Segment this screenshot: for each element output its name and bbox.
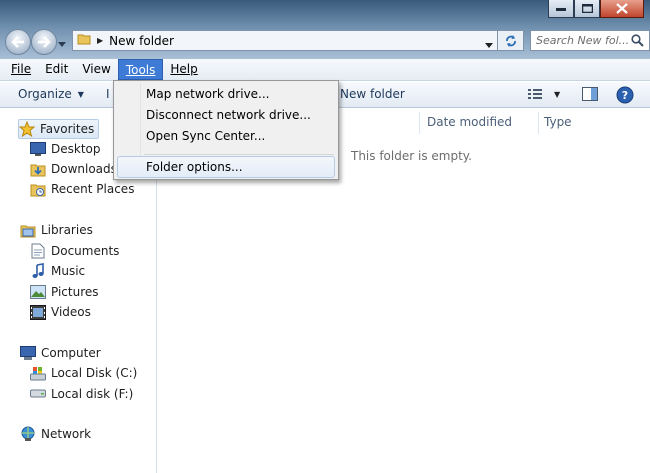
chevron-down-icon (58, 42, 66, 47)
star-icon (19, 121, 35, 137)
menu-tools[interactable]: Tools (117, 59, 164, 80)
menu-tools-label: Tools (125, 63, 156, 77)
menu-edit[interactable]: Edit (38, 59, 75, 80)
close-icon (616, 3, 628, 14)
address-bar[interactable]: ▶ New folder (72, 30, 498, 51)
sidebar-item-label: Local Disk (C:) (51, 366, 138, 380)
tools-dropdown-menu: Map network drive... Disconnect network … (113, 80, 339, 180)
sidebar-item-label: Network (41, 427, 92, 441)
empty-folder-message: This folder is empty. (351, 149, 472, 163)
sidebar-item-label: Favorites (40, 122, 95, 136)
window-controls (548, 0, 644, 18)
address-dropdown[interactable] (485, 37, 493, 51)
sidebar-item-label: Documents (51, 244, 120, 258)
sidebar-item-videos[interactable]: Videos (30, 304, 91, 320)
system-drive-icon (30, 365, 46, 381)
column-header-date-modified[interactable]: Date modified (427, 115, 512, 129)
back-button[interactable] (5, 29, 31, 55)
menu-separator (144, 154, 334, 155)
help-button[interactable]: ? (616, 86, 634, 107)
breadcrumb-arrow-icon[interactable]: ▶ (97, 36, 103, 45)
search-box[interactable] (530, 30, 650, 51)
pictures-icon (30, 284, 46, 300)
sidebar-item-computer[interactable]: Computer (20, 345, 101, 361)
computer-icon (20, 345, 36, 361)
sidebar-item-network[interactable]: Network (20, 426, 91, 442)
minimize-icon (556, 7, 566, 11)
music-icon (30, 263, 46, 279)
sidebar-item-music[interactable]: Music (30, 263, 85, 279)
title-bar: ▶ New folder (0, 0, 650, 59)
sidebar-item-favorites[interactable]: Favorites (18, 119, 100, 139)
preview-pane-icon (582, 87, 598, 101)
menu-item-open-sync-center[interactable]: Open Sync Center... (117, 125, 335, 147)
menu-file[interactable]: File (4, 59, 38, 80)
back-arrow-icon (11, 36, 24, 48)
recent-locations-dropdown[interactable] (58, 36, 66, 50)
sidebar-item-recent-places[interactable]: Recent Places (30, 181, 134, 197)
column-separator[interactable] (538, 112, 539, 134)
preview-pane-button[interactable] (582, 87, 598, 104)
sidebar-item-libraries[interactable]: Libraries (20, 222, 93, 238)
chevron-down-icon (485, 43, 493, 48)
menu-item-map-network-drive[interactable]: Map network drive... (117, 83, 335, 105)
menu-help[interactable]: Help (163, 59, 204, 80)
help-icon: ? (616, 86, 634, 104)
search-icon[interactable] (631, 34, 644, 50)
new-folder-button[interactable]: New folder (340, 87, 405, 101)
refresh-icon (505, 34, 516, 47)
sidebar-item-label: Desktop (51, 142, 101, 156)
menu-help-label: Help (170, 62, 198, 76)
network-icon (20, 426, 36, 442)
downloads-folder-icon (30, 161, 46, 177)
maximize-button[interactable] (574, 0, 600, 18)
sidebar-item-documents[interactable]: Documents (30, 243, 119, 259)
sidebar-item-local-disk-c[interactable]: Local Disk (C:) (30, 365, 137, 381)
recent-places-icon (30, 181, 46, 197)
forward-arrow-icon (38, 36, 51, 48)
details-view-icon (528, 89, 542, 99)
search-input[interactable] (536, 34, 631, 47)
include-in-library-button[interactable]: I (106, 87, 110, 101)
documents-icon (30, 243, 46, 259)
sidebar-item-pictures[interactable]: Pictures (30, 284, 99, 300)
menu-file-label: File (11, 62, 32, 76)
menu-edit-label: Edit (45, 62, 69, 76)
forward-button[interactable] (31, 29, 57, 55)
refresh-button[interactable] (498, 30, 524, 51)
breadcrumb-new-folder[interactable]: New folder (109, 34, 174, 48)
sidebar-item-label: Libraries (41, 223, 93, 237)
drive-icon (30, 386, 46, 402)
column-separator[interactable] (419, 112, 420, 134)
sidebar-item-label: Computer (41, 346, 101, 360)
menu-view[interactable]: View (75, 59, 117, 80)
organize-label: Organize (18, 87, 72, 101)
menu-bar: File Edit View Tools Help (0, 59, 650, 81)
maximize-icon (581, 4, 593, 13)
sidebar-item-label: Local disk (F:) (51, 387, 134, 401)
sidebar-item-local-disk-f[interactable]: Local disk (F:) (30, 386, 133, 402)
chevron-down-icon: ▼ (554, 89, 561, 99)
svg-text:?: ? (622, 89, 628, 102)
change-view-button[interactable]: ▼ (528, 88, 560, 100)
column-header-type[interactable]: Type (544, 115, 572, 129)
menu-item-folder-options[interactable]: Folder options... (117, 156, 335, 178)
sidebar-item-desktop[interactable]: Desktop (30, 141, 101, 157)
close-button[interactable] (600, 0, 644, 18)
sidebar-item-label: Recent Places (51, 182, 135, 196)
folder-icon (77, 32, 91, 49)
videos-icon (30, 304, 46, 320)
sidebar-item-downloads[interactable]: Downloads (30, 161, 117, 177)
menu-view-label: View (82, 62, 111, 76)
sidebar-item-label: Videos (51, 305, 91, 319)
sidebar-item-label: Music (51, 264, 86, 278)
libraries-icon (20, 222, 36, 238)
desktop-icon (30, 141, 46, 157)
organize-button[interactable]: Organize ▼ (18, 87, 84, 101)
menu-item-disconnect-network-drive[interactable]: Disconnect network drive... (117, 104, 335, 126)
minimize-button[interactable] (548, 0, 574, 18)
chevron-down-icon: ▼ (77, 89, 84, 99)
sidebar-item-label: Downloads (51, 162, 117, 176)
sidebar-item-label: Pictures (51, 285, 99, 299)
